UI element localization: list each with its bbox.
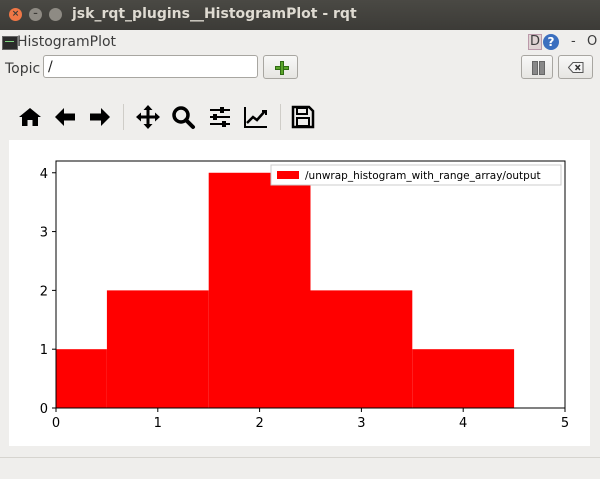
histogram-canvas[interactable]: 0 1 2 3 4 5 0 1 2 3 4/unwrap_histogram_with_range_… bbox=[9, 140, 590, 446]
histogram-bar bbox=[412, 349, 515, 408]
histogram-bar bbox=[106, 290, 209, 408]
y-tick-label: 3 bbox=[40, 226, 48, 241]
save-icon[interactable] bbox=[290, 104, 316, 130]
histogram-bar bbox=[208, 172, 311, 408]
home-icon[interactable] bbox=[17, 104, 43, 130]
window-titlebar: × – jsk_rqt_plugins__HistogramPlot - rqt bbox=[0, 0, 600, 30]
edit-curve-icon[interactable] bbox=[243, 104, 269, 130]
pause-icon bbox=[532, 61, 538, 75]
dock-button[interactable]: D bbox=[528, 34, 543, 50]
plot-toolbar bbox=[0, 100, 600, 134]
y-tick-label: 2 bbox=[40, 284, 48, 299]
plus-icon bbox=[275, 61, 289, 75]
minimize-plugin-button[interactable]: - bbox=[571, 34, 576, 49]
x-tick-label: 5 bbox=[561, 416, 569, 431]
window-maximize-button[interactable] bbox=[49, 8, 62, 21]
window-title: jsk_rqt_plugins__HistogramPlot - rqt bbox=[72, 6, 357, 22]
help-button[interactable]: ? bbox=[543, 34, 559, 50]
x-tick-label: 4 bbox=[459, 416, 467, 431]
clear-button[interactable] bbox=[558, 55, 593, 79]
x-tick-label: 2 bbox=[255, 416, 263, 431]
x-tick-label: 1 bbox=[154, 416, 162, 431]
x-tick-label: 0 bbox=[52, 416, 60, 431]
window-close-button[interactable]: × bbox=[9, 8, 22, 21]
subplots-icon[interactable] bbox=[207, 104, 233, 130]
plot-plugin-icon bbox=[2, 36, 18, 50]
toolbar-separator bbox=[280, 104, 281, 130]
x-tick-label: 3 bbox=[357, 416, 365, 431]
y-tick-label: 1 bbox=[40, 343, 48, 358]
histogram-bar bbox=[310, 290, 413, 408]
window-minimize-button[interactable]: – bbox=[29, 8, 42, 21]
y-tick-label: 0 bbox=[40, 402, 48, 417]
topic-input[interactable] bbox=[43, 55, 258, 78]
status-bar bbox=[0, 457, 600, 479]
close-plugin-button[interactable]: O bbox=[587, 34, 597, 49]
y-tick-label: 4 bbox=[40, 167, 48, 182]
pause-button[interactable] bbox=[521, 55, 553, 79]
legend-swatch bbox=[277, 171, 299, 179]
add-topic-button[interactable] bbox=[263, 55, 298, 79]
topic-label: Topic bbox=[5, 61, 41, 77]
toolbar-separator bbox=[123, 104, 124, 130]
histogram-bar bbox=[56, 349, 107, 408]
plugin-title: HistogramPlot bbox=[17, 34, 117, 50]
pan-icon[interactable] bbox=[135, 104, 161, 130]
back-icon[interactable] bbox=[52, 104, 78, 130]
legend-label: /unwrap_histogram_with_range_array/outpu… bbox=[305, 170, 541, 182]
plugin-header: HistogramPlot D ? - O bbox=[0, 30, 600, 54]
forward-icon[interactable] bbox=[87, 104, 113, 130]
zoom-icon[interactable] bbox=[170, 104, 196, 130]
clear-icon bbox=[568, 62, 584, 73]
histogram-chart: 0 1 2 3 4 5 0 1 2 3 4/unwrap_histogram_with_range_… bbox=[40, 160, 569, 431]
